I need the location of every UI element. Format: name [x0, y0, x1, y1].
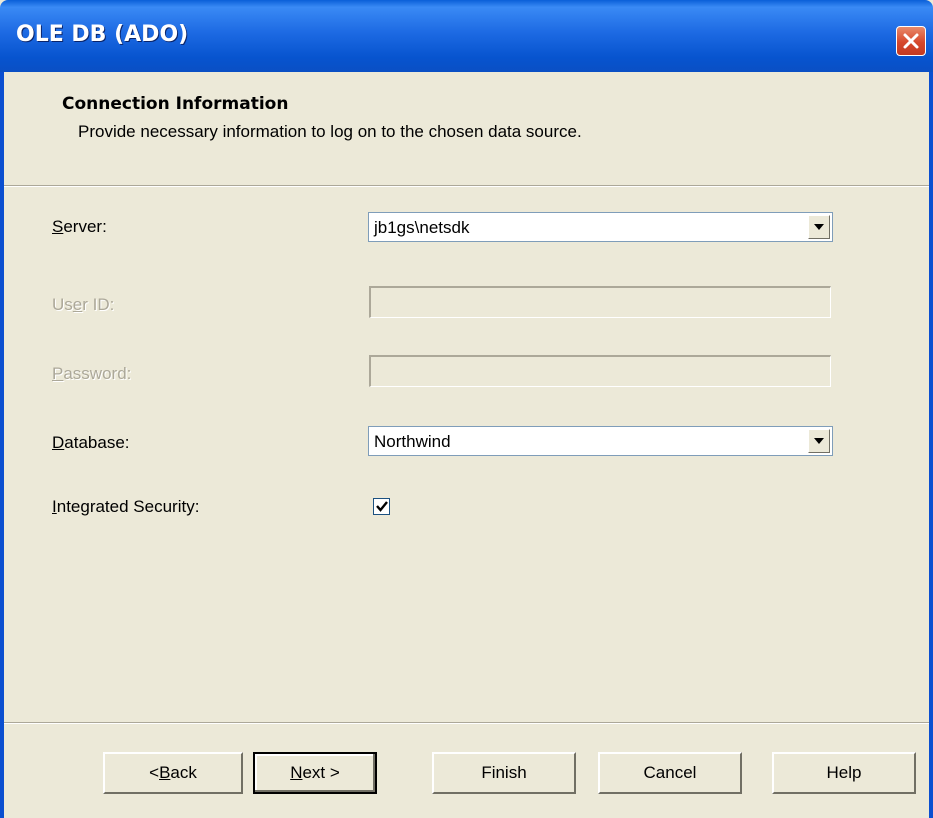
help-button-label: Help: [826, 763, 862, 782]
server-label-post: erver:: [63, 217, 107, 236]
next-button-accesskey: N: [290, 763, 303, 782]
page-title: Connection Information: [62, 94, 289, 114]
user-id-field[interactable]: [369, 286, 831, 318]
next-button-post: ext >: [302, 763, 340, 782]
header-divider: [4, 185, 929, 187]
chevron-down-icon: [814, 224, 824, 230]
finish-button-label: Finish: [481, 763, 527, 782]
close-icon: [903, 33, 919, 49]
chevron-down-icon: [814, 438, 824, 444]
footer-divider: [4, 722, 929, 724]
database-label: Database:: [52, 433, 130, 453]
server-value: jb1gs\netsdk: [374, 218, 470, 237]
server-label-accesskey: S: [52, 217, 64, 236]
integrated-security-label: Integrated Security:: [52, 497, 199, 517]
password-field[interactable]: [369, 355, 831, 387]
server-dropdown-button[interactable]: [808, 215, 830, 239]
user-id-label-accesskey: e: [72, 295, 83, 314]
password-label-post: assword:: [63, 364, 132, 383]
integrated-security-checkbox[interactable]: [373, 498, 390, 515]
database-label-post: atabase:: [64, 433, 130, 452]
user-id-label-pre: Us: [52, 295, 73, 314]
next-button[interactable]: Next >: [253, 752, 377, 794]
database-label-accesskey: D: [52, 433, 65, 452]
finish-button[interactable]: Finish: [432, 752, 576, 794]
back-button-accesskey: B: [159, 763, 171, 782]
password-label: Password:: [52, 364, 131, 384]
password-label-accesskey: P: [52, 364, 64, 383]
back-button-post: ack: [170, 763, 197, 782]
checkmark-icon: [375, 501, 388, 512]
close-button[interactable]: [896, 26, 926, 56]
cancel-button-label: Cancel: [643, 763, 697, 782]
user-id-label: User ID:: [52, 295, 114, 315]
database-combobox[interactable]: Northwind: [368, 426, 833, 456]
cancel-button[interactable]: Cancel: [598, 752, 742, 794]
database-dropdown-button[interactable]: [808, 429, 830, 453]
help-button[interactable]: Help: [772, 752, 916, 794]
window-frame-right: [929, 72, 933, 818]
page-subtitle: Provide necessary information to log on …: [78, 122, 582, 141]
back-button-pre: <: [149, 763, 160, 782]
dialog-window: OLE DB (ADO) Connection Information Prov…: [0, 0, 933, 818]
server-label: Server:: [52, 217, 107, 237]
database-value: Northwind: [374, 432, 451, 451]
page-header: Connection Information Provide necessary…: [4, 72, 929, 185]
window-title: OLE DB (ADO): [16, 22, 189, 47]
integrated-security-label-post: ntegrated Security:: [56, 497, 200, 516]
user-id-label-post: r ID:: [82, 295, 115, 314]
server-combobox[interactable]: jb1gs\netsdk: [368, 212, 833, 242]
back-button[interactable]: < Back: [103, 752, 243, 794]
title-bar[interactable]: OLE DB (ADO): [0, 0, 933, 72]
